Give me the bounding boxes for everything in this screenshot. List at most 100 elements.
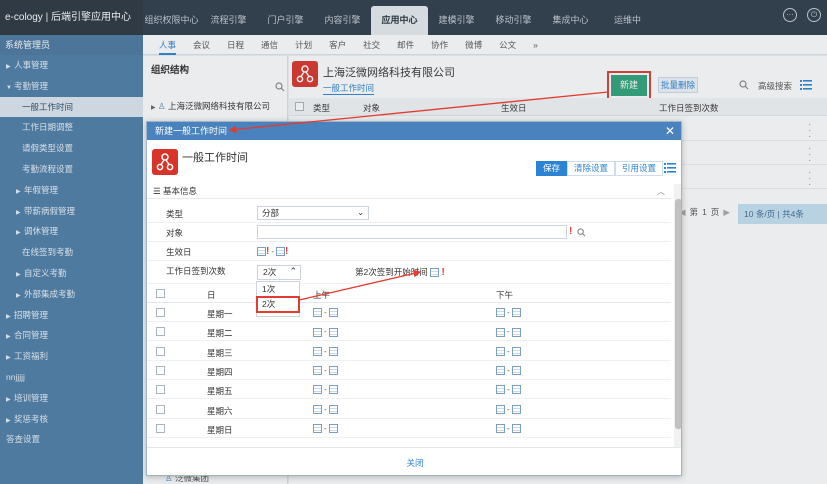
row-checkbox[interactable]: [156, 346, 165, 356]
type-select[interactable]: 分部 ⌄: [257, 206, 369, 220]
range-dash: -: [324, 308, 327, 317]
dialog-scrollbar[interactable]: [674, 184, 681, 447]
row-checkbox[interactable]: [156, 365, 165, 375]
section-header[interactable]: ☰ 基本信息: [147, 184, 671, 199]
schedule-row: 星期六 - -: [147, 400, 671, 419]
type-row: 类型 分部 ⌄: [147, 204, 671, 223]
schedule-row: 星期四 - -: [147, 361, 671, 380]
pm-column-header: 下午: [496, 290, 514, 300]
close-button[interactable]: 关闭: [147, 447, 681, 475]
calendar-icon[interactable]: [328, 366, 338, 376]
menu-lines-icon: ☰: [153, 186, 161, 196]
calendar-icon[interactable]: [496, 366, 505, 376]
collapse-icon[interactable]: ︿: [657, 184, 665, 199]
save-button[interactable]: 保存: [536, 161, 568, 176]
calendar-icon[interactable]: [313, 327, 322, 337]
am-time-range: -: [313, 326, 338, 337]
calendar-icon[interactable]: [430, 268, 440, 278]
signin-count-select[interactable]: 2次 ⌃: [257, 265, 301, 280]
effective-date-label: 生效日: [166, 247, 192, 257]
calendar-icon[interactable]: [511, 424, 521, 434]
calendar-icon[interactable]: [313, 404, 322, 414]
search-icon[interactable]: [577, 228, 586, 237]
calendar-icon[interactable]: [496, 327, 505, 337]
signin-count-row: 工作日签到次数 2次 ⌃ 第2次签到开始时间 !: [147, 261, 671, 284]
range-dash: -: [507, 327, 510, 337]
pm-time-range: -: [496, 365, 521, 376]
row-checkbox[interactable]: [156, 385, 165, 395]
schedule-row: 星期五 - -: [147, 380, 671, 400]
am-time-range: -: [313, 365, 338, 376]
calendar-icon[interactable]: [496, 308, 505, 318]
object-label: 对象: [166, 228, 184, 238]
am-time-range: -: [313, 404, 338, 414]
section-title: 基本信息: [163, 186, 198, 196]
clear-settings-button[interactable]: 清除设置: [567, 161, 616, 176]
range-dash: -: [324, 365, 327, 375]
dropdown-option-selected[interactable]: 2次: [256, 296, 300, 313]
calendar-icon[interactable]: [313, 308, 322, 318]
calendar-icon[interactable]: [511, 308, 521, 318]
weekday-label: 星期六: [207, 405, 233, 416]
list-menu-icon[interactable]: [664, 162, 676, 173]
second-signin-start: 第2次签到开始时间 !: [355, 266, 445, 278]
calendar-icon[interactable]: [511, 366, 521, 376]
calendar-icon[interactable]: [313, 366, 322, 376]
row-checkbox[interactable]: [156, 308, 165, 317]
object-input[interactable]: [257, 225, 567, 239]
range-dash: -: [507, 308, 510, 317]
calendar-icon[interactable]: [496, 404, 505, 414]
range-dash: -: [324, 385, 327, 395]
dropdown-option[interactable]: 1次: [257, 282, 299, 297]
range-dash: -: [507, 404, 510, 414]
dialog-title: 新建一般工作时间: [155, 126, 228, 136]
calendar-icon[interactable]: [328, 404, 338, 414]
weekday-label: 星期二: [207, 328, 233, 339]
calendar-icon[interactable]: [511, 385, 521, 395]
calendar-icon[interactable]: [496, 385, 505, 395]
range-dash: -: [507, 385, 510, 395]
am-time-range: -: [313, 346, 338, 356]
row-checkbox[interactable]: [156, 423, 165, 433]
required-icon: !: [285, 246, 289, 257]
dialog-actions: 保存 清除设置 引用设置: [536, 161, 664, 176]
calendar-icon[interactable]: [313, 424, 322, 434]
range-dash: -: [324, 404, 327, 414]
calendar-icon[interactable]: [276, 247, 286, 257]
calendar-icon[interactable]: [257, 247, 266, 257]
calendar-icon[interactable]: [328, 424, 338, 434]
range-dash: -: [324, 327, 327, 337]
range-dash: -: [324, 346, 327, 356]
pm-time-range: -: [496, 384, 521, 395]
dialog-titlebar: 新建一般工作时间: [147, 122, 681, 140]
range-dash: -: [507, 346, 510, 356]
range-dash: -: [507, 423, 510, 433]
calendar-icon[interactable]: [496, 346, 505, 356]
schedule-row: 星期二 - -: [147, 322, 671, 342]
calendar-icon[interactable]: [511, 346, 521, 356]
object-row: 对象 !: [147, 223, 671, 242]
calendar-icon[interactable]: [328, 327, 338, 337]
day-column-header: 日: [207, 290, 216, 300]
calendar-icon[interactable]: [511, 404, 521, 414]
calendar-icon[interactable]: [496, 424, 505, 434]
calendar-icon[interactable]: [511, 327, 521, 337]
am-time-range: -: [313, 307, 338, 318]
calendar-icon[interactable]: [313, 385, 322, 395]
row-checkbox[interactable]: [156, 327, 165, 337]
chevron-down-icon: ⌄: [357, 208, 364, 217]
calendar-icon[interactable]: [328, 308, 338, 318]
select-all-checkbox[interactable]: [156, 289, 165, 298]
weekday-label: 星期一: [207, 309, 233, 319]
scrollbar-thumb[interactable]: [675, 199, 681, 429]
signin-count-value: 2次: [263, 267, 277, 277]
reference-settings-button[interactable]: 引用设置: [615, 161, 664, 176]
schedule-row: 星期日 - -: [147, 419, 671, 438]
calendar-icon[interactable]: [328, 346, 338, 356]
weekday-label: 星期五: [207, 386, 233, 397]
pm-time-range: -: [496, 346, 521, 356]
calendar-icon[interactable]: [328, 385, 338, 395]
close-icon[interactable]: ✕: [665, 122, 675, 140]
row-checkbox[interactable]: [156, 404, 165, 414]
calendar-icon[interactable]: [313, 346, 322, 356]
